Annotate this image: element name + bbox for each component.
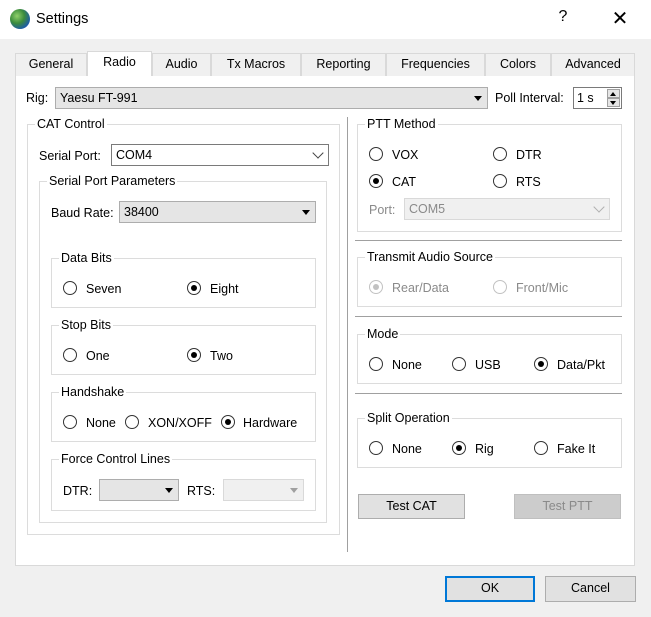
tab-colors[interactable]: Colors [485, 53, 551, 76]
cat-control-title: CAT Control [35, 117, 107, 131]
baud-rate-label: Baud Rate: [51, 206, 114, 220]
handshake-none-label[interactable]: None [86, 416, 116, 430]
dropdown-arrow-icon [165, 488, 173, 493]
poll-interval-label: Poll Interval: [495, 91, 564, 105]
data-bits-eight-radio[interactable] [187, 281, 201, 295]
data-bits-seven-label[interactable]: Seven [86, 282, 121, 296]
mode-title: Mode [365, 327, 401, 341]
mode-none-label[interactable]: None [392, 358, 422, 372]
rear-data-radio[interactable] [369, 280, 383, 294]
chevron-down-icon [312, 147, 324, 159]
dropdown-arrow-icon [474, 96, 482, 101]
split-fake-it-label[interactable]: Fake It [557, 442, 595, 456]
split-none-radio[interactable] [369, 441, 383, 455]
mode-usb-radio[interactable] [452, 357, 466, 371]
ptt-dtr-radio[interactable] [493, 147, 507, 161]
cancel-button[interactable]: Cancel [545, 576, 636, 602]
split-rig-label[interactable]: Rig [475, 442, 494, 456]
separator-line [355, 240, 622, 241]
column-separator [347, 117, 348, 552]
data-bits-eight-label[interactable]: Eight [210, 282, 239, 296]
handshake-hardware-label[interactable]: Hardware [243, 416, 297, 430]
front-mic-label[interactable]: Front/Mic [516, 281, 568, 295]
chevron-down-icon [593, 201, 605, 213]
spin-down-icon[interactable] [607, 98, 620, 107]
tab-advanced[interactable]: Advanced [551, 53, 635, 76]
split-rig-radio[interactable] [452, 441, 466, 455]
handshake-xon-label[interactable]: XON/XOFF [148, 416, 212, 430]
poll-interval-value: 1 s [577, 91, 594, 105]
serial-port-select[interactable]: COM4 [111, 144, 329, 166]
stop-bits-one-label[interactable]: One [86, 349, 110, 363]
tab-frequencies[interactable]: Frequencies [386, 53, 485, 76]
mode-usb-label[interactable]: USB [475, 358, 501, 372]
serial-port-parameters-title: Serial Port Parameters [47, 174, 178, 188]
separator-line [355, 316, 622, 317]
poll-interval-spinbox[interactable]: 1 s [573, 87, 622, 109]
stop-bits-one-radio[interactable] [63, 348, 77, 362]
rig-value: Yaesu FT-991 [60, 91, 138, 105]
ptt-cat-radio[interactable] [369, 174, 383, 188]
window-title: Settings [36, 11, 89, 27]
dtr-label: DTR: [63, 484, 93, 498]
handshake-xon-radio[interactable] [125, 415, 139, 429]
ok-button[interactable]: OK [445, 576, 535, 602]
close-icon[interactable]: ✕ [606, 6, 634, 32]
handshake-title: Handshake [59, 385, 127, 399]
handshake-hardware-radio[interactable] [221, 415, 235, 429]
serial-port-value: COM4 [116, 148, 153, 162]
data-bits-title: Data Bits [59, 251, 114, 265]
ptt-vox-radio[interactable] [369, 147, 383, 161]
ptt-dtr-label[interactable]: DTR [516, 148, 542, 162]
ptt-cat-label[interactable]: CAT [392, 175, 416, 189]
ptt-port-value: COM5 [409, 202, 446, 216]
split-fake-it-radio[interactable] [534, 441, 548, 455]
dtr-select[interactable] [99, 479, 179, 501]
front-mic-radio[interactable] [493, 280, 507, 294]
ptt-rts-radio[interactable] [493, 174, 507, 188]
dropdown-arrow-icon [302, 210, 310, 215]
tab-general[interactable]: General [15, 53, 87, 76]
force-control-lines-title: Force Control Lines [59, 452, 173, 466]
test-cat-button[interactable]: Test CAT [358, 494, 465, 519]
rig-label: Rig: [26, 91, 49, 105]
spin-up-icon[interactable] [607, 89, 620, 98]
rts-select[interactable] [223, 479, 304, 501]
serial-port-label: Serial Port: [39, 149, 101, 163]
stop-bits-two-radio[interactable] [187, 348, 201, 362]
rig-select[interactable]: Yaesu FT-991 [55, 87, 488, 109]
tab-radio[interactable]: Radio [87, 51, 152, 76]
separator-line [355, 393, 622, 394]
rear-data-label[interactable]: Rear/Data [392, 281, 449, 295]
baud-rate-value: 38400 [124, 205, 159, 219]
mode-none-radio[interactable] [369, 357, 383, 371]
tab-tx-macros[interactable]: Tx Macros [211, 53, 301, 76]
test-ptt-button[interactable]: Test PTT [514, 494, 621, 519]
ptt-rts-label[interactable]: RTS [516, 175, 541, 189]
ptt-port-label: Port: [369, 203, 396, 217]
ptt-method-title: PTT Method [365, 117, 438, 131]
dropdown-arrow-icon [290, 488, 298, 493]
data-bits-seven-radio[interactable] [63, 281, 77, 295]
split-none-label[interactable]: None [392, 442, 422, 456]
stop-bits-two-label[interactable]: Two [210, 349, 233, 363]
tab-reporting[interactable]: Reporting [301, 53, 386, 76]
tab-audio[interactable]: Audio [152, 53, 211, 76]
mode-data-pkt-label[interactable]: Data/Pkt [557, 358, 605, 372]
handshake-none-radio[interactable] [63, 415, 77, 429]
help-button[interactable]: ? [551, 8, 575, 30]
transmit-audio-source-title: Transmit Audio Source [365, 250, 495, 264]
baud-rate-select[interactable]: 38400 [119, 201, 316, 223]
ptt-vox-label[interactable]: VOX [392, 148, 418, 162]
app-globe-icon [10, 9, 30, 29]
split-operation-title: Split Operation [365, 411, 452, 425]
stop-bits-title: Stop Bits [59, 318, 114, 332]
mode-data-pkt-radio[interactable] [534, 357, 548, 371]
ptt-port-select[interactable]: COM5 [404, 198, 610, 220]
rts-label: RTS: [187, 484, 216, 498]
